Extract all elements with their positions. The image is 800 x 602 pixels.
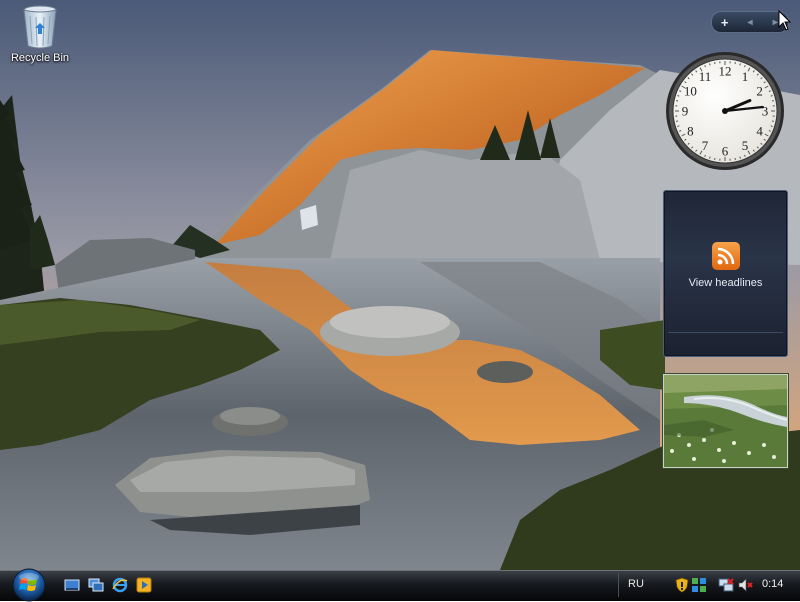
show-desktop-icon[interactable] (64, 577, 80, 593)
clock-tick (710, 157, 711, 159)
mouse-pointer-icon (778, 10, 792, 32)
clock-numeral: 7 (702, 138, 709, 153)
recycle-bin-label: Recycle Bin (6, 52, 74, 64)
clock-numeral: 2 (756, 84, 763, 99)
security-shield-icon[interactable] (674, 577, 690, 593)
clock-numeral: 9 (682, 104, 689, 119)
taskbar-clock[interactable]: 0:14 (762, 578, 783, 590)
clock-tick (677, 96, 679, 97)
clock-tick (710, 63, 711, 65)
clock-tick (771, 96, 773, 97)
add-gadget-button[interactable]: + (712, 12, 737, 32)
language-indicator[interactable]: RU (628, 578, 644, 590)
clock-tick (740, 63, 741, 65)
clock-numeral: 11 (699, 69, 712, 84)
switch-windows-icon[interactable] (88, 577, 104, 593)
network-disconnected-icon[interactable] (718, 577, 734, 593)
clock-tick (677, 126, 679, 127)
sync-icon[interactable] (691, 577, 707, 593)
volume-muted-icon[interactable] (737, 577, 753, 593)
recycle-bin-icon (20, 4, 60, 50)
stream-meadow-photo (664, 375, 787, 467)
tray-separator (618, 573, 619, 597)
feed-gadget-toolbar (668, 332, 783, 353)
clock-tick (771, 126, 773, 127)
clock-numeral: 10 (684, 84, 697, 99)
clock-numeral: 1 (742, 69, 749, 84)
view-headlines-link[interactable]: View headlines (664, 277, 787, 289)
clock-numeral: 6 (722, 144, 729, 159)
clock-tick (740, 157, 741, 159)
slideshow-gadget[interactable] (663, 374, 788, 468)
rss-feed-icon (712, 242, 740, 270)
clock-numeral: 8 (687, 124, 694, 139)
clock-gadget[interactable]: 123456789101112 (664, 50, 786, 172)
clock-numeral: 5 (742, 138, 749, 153)
media-player-icon[interactable] (136, 577, 152, 593)
feed-headlines-gadget[interactable]: View headlines (663, 190, 788, 357)
previous-page-button[interactable]: ◂ (737, 12, 762, 32)
clock-numeral: 4 (756, 124, 763, 139)
recycle-bin-desktop-icon[interactable]: Recycle Bin (6, 4, 74, 64)
windows-orb-icon[interactable] (8, 567, 50, 602)
clock-numeral: 12 (719, 64, 732, 79)
internet-explorer-icon[interactable] (112, 577, 128, 593)
clock-numeral: 3 (762, 104, 769, 119)
